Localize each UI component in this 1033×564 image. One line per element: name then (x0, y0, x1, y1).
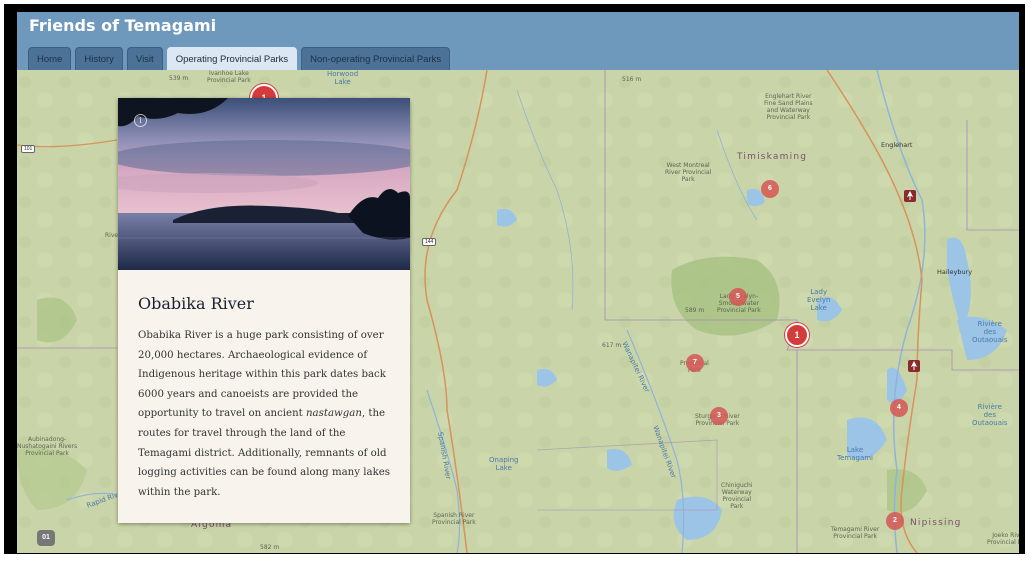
park-marker-4[interactable]: 4 (890, 399, 908, 417)
app-title: Friends of Temagami (29, 16, 217, 35)
map-label-englehart: Englehart (881, 141, 913, 149)
app-header: Friends of Temagami Home History Visit O… (17, 12, 1019, 70)
park-maple-icon (904, 190, 916, 202)
map-label-onaping: Onaping Lake (489, 456, 519, 472)
park-description-text-end: , the routes for travel through the land… (138, 408, 390, 498)
map-label-elevation-582: 582 m (260, 544, 280, 551)
map-label-ivanhoe: Ivanhoe Lake Provincial Park (207, 70, 251, 84)
tab-non-operating-parks[interactable]: Non-operating Provincial Parks (301, 47, 451, 70)
map-label-west-montreal: West Montreal River Provincial Park (665, 162, 712, 183)
park-marker-1[interactable]: 1 (785, 323, 809, 347)
highway-144-shield: 144 (422, 238, 437, 246)
map-label-elevation-516: 516 m (622, 76, 642, 83)
map-label-nipissing: Nipissing (910, 518, 962, 528)
park-marker-6[interactable]: 6 (761, 180, 779, 198)
park-marker-2[interactable]: 2 (886, 512, 904, 530)
park-title: Obabika River (138, 294, 254, 313)
map-label-rive: Rive (105, 232, 119, 239)
park-description-text: Obabika River is a huge park consisting … (138, 330, 386, 420)
map-label-chiniguchi: Chiniguchi Waterway Provincial Park (721, 482, 753, 510)
park-marker-3[interactable]: 3 (710, 407, 728, 425)
map-label-riviere-1: Rivière des Outaouais (972, 320, 1008, 344)
map-label-elevation-539: 539 m (169, 75, 189, 82)
map-label-elevation-617: 617 m (602, 342, 622, 349)
map-label-englehart-river-park: Englehart River Fine Sand Plains and Wat… (764, 93, 813, 121)
map-label-lady-evelyn-lake: Lady Evelyn Lake (807, 288, 831, 312)
park-photo: i (118, 98, 410, 270)
map-label-haileybury: Haileybury (937, 268, 973, 276)
tab-history[interactable]: History (75, 47, 123, 70)
park-description-emphasis: nastawgan (305, 408, 362, 420)
map-label-spanish-park: Spanish River Provincial Park (432, 512, 476, 526)
map-label-temagami-river: Temagami River Provincial Park (831, 526, 880, 540)
map-label-horwood: Horwood Lake (327, 70, 359, 86)
map-label-riviere-2: Rivière des Outaouais (972, 403, 1008, 427)
tab-visit[interactable]: Visit (126, 47, 163, 70)
window-frame: Ivanhoe Lake Provincial Park Horwood Lak… (4, 4, 1025, 554)
tab-operating-parks[interactable]: Operating Provincial Parks (166, 47, 298, 70)
map-label-lake-temagami: Lake Temagami (837, 446, 873, 462)
tab-home[interactable]: Home (28, 47, 72, 70)
park-marker-5[interactable]: 5 (729, 288, 747, 306)
map-label-aubinadong: Aubinadong- Nushatogaini Rivers Provinci… (17, 436, 78, 457)
park-maple-icon (908, 360, 920, 372)
map-label-timiskaming: Timiskaming (737, 152, 808, 162)
story-map-app: Ivanhoe Lake Provincial Park Horwood Lak… (17, 12, 1019, 553)
page-number-badge: 01 (37, 530, 55, 546)
highway-101-shield: 101 (21, 145, 36, 153)
tab-bar: Home History Visit Operating Provincial … (28, 47, 451, 70)
map-label-elevation-589: 589 m (685, 307, 705, 314)
park-description: Obabika River is a huge park consisting … (138, 326, 400, 502)
park-marker-7[interactable]: 7 (686, 354, 704, 372)
lake-sunset-image (118, 98, 410, 270)
park-info-card: i Obabika River Obabika River is a huge … (118, 98, 410, 523)
map-label-joeko: Joeko Riv Provincial Pa (987, 532, 1019, 546)
info-icon[interactable]: i (134, 114, 147, 127)
